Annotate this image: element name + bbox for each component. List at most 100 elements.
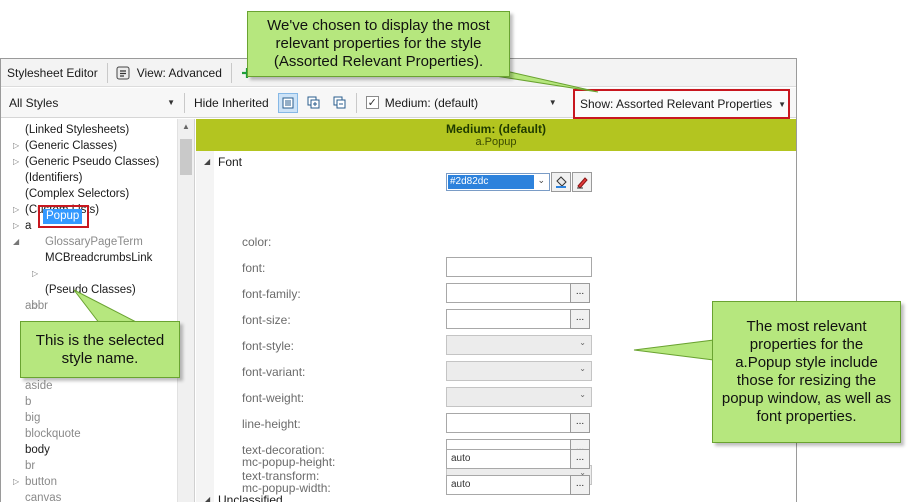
chevron-down-icon: ▼ xyxy=(548,98,557,107)
scrollbar-thumb[interactable] xyxy=(180,139,192,175)
styles-filter-value: All Styles xyxy=(9,95,59,110)
expand-all-icon[interactable] xyxy=(304,93,324,113)
prop-label-font-variant: font-variant: xyxy=(242,365,306,379)
expand-icon[interactable]: ▷ xyxy=(13,138,23,154)
show-properties-value: Show: Assorted Relevant Properties xyxy=(580,97,773,111)
prop-label-font-weight: font-weight: xyxy=(242,391,305,405)
tree-item[interactable]: (Linked Stylesheets) xyxy=(25,122,129,138)
font-size-input[interactable] xyxy=(446,309,572,329)
medium-checkbox[interactable]: ✓ xyxy=(365,96,379,109)
top-callout: We've chosen to display the most relevan… xyxy=(247,11,510,77)
prop-label-color: color: xyxy=(242,235,272,249)
list-view-icon[interactable] xyxy=(277,92,298,113)
line-height-input[interactable] xyxy=(446,413,572,433)
line-height-browse-button[interactable]: ... xyxy=(570,413,590,433)
view-mode-icon[interactable] xyxy=(115,65,131,81)
tree-item[interactable]: blockquote xyxy=(25,426,81,442)
font-weight-select[interactable]: ⌄ xyxy=(446,387,592,407)
collapse-icon[interactable]: ◢ xyxy=(204,495,210,502)
properties-style-name: a.Popup xyxy=(475,136,517,148)
tree-item[interactable]: (Generic Pseudo Classes) xyxy=(25,154,159,170)
separator xyxy=(230,62,232,83)
properties-gutter xyxy=(196,151,214,502)
eraser-icon xyxy=(577,177,588,189)
scroll-up-icon[interactable]: ▲ xyxy=(182,122,190,131)
top-callout-text: We've chosen to display the most relevan… xyxy=(267,17,490,70)
chevron-down-icon: ⌄ xyxy=(537,175,545,185)
group-font-label: Font xyxy=(218,155,243,169)
expand-icon[interactable]: ▷ xyxy=(13,474,23,490)
collapse-all-icon[interactable] xyxy=(330,93,350,113)
tree-item[interactable]: (Complex Selectors) xyxy=(25,186,129,202)
tree-item[interactable]: MCBreadcrumbsLink xyxy=(45,250,152,266)
separator xyxy=(184,92,185,113)
prop-label-line-height: line-height: xyxy=(242,417,301,431)
show-properties-select[interactable]: Show: Assorted Relevant Properties ▼ xyxy=(573,89,790,119)
tree-item[interactable]: GlossaryPageTerm xyxy=(45,234,143,250)
tree-item[interactable]: (Pseudo Classes) xyxy=(45,282,136,298)
chevron-down-icon: ⌄ xyxy=(579,338,586,347)
properties-header: Medium: (default) a.Popup xyxy=(196,119,796,151)
left-callout: This is the selected style name. xyxy=(20,321,180,378)
prop-label-mc-popup-width: mc-popup-width: xyxy=(242,481,331,495)
color-value: #2d82dc xyxy=(448,175,534,189)
tree-scrollbar[interactable]: ▲ xyxy=(177,119,194,502)
styles-tree[interactable]: ▲ ▷ ▷ ▷ ▷ ◢ ▷ ▷ ▷ (Linked Stylesheets) (… xyxy=(1,119,195,502)
hide-inherited-button[interactable]: Hide Inherited xyxy=(188,92,275,114)
tree-item[interactable]: (Generic Classes) xyxy=(25,138,117,154)
chevron-down-icon: ▼ xyxy=(167,98,175,107)
expand-icon[interactable]: ▷ xyxy=(13,154,23,170)
chevron-down-icon: ⌄ xyxy=(579,364,586,373)
separator xyxy=(106,62,108,83)
clear-color-button[interactable] xyxy=(572,172,592,192)
mc-popup-height-browse-button[interactable]: ... xyxy=(570,449,590,469)
mc-popup-height-input[interactable]: auto xyxy=(446,449,572,469)
paint-bucket-icon xyxy=(556,176,567,188)
selected-style-item[interactable]: Popup xyxy=(43,209,83,224)
prop-label-font-family: font-family: xyxy=(242,287,301,301)
tree-item[interactable]: br xyxy=(25,458,35,474)
left-callout-text: This is the selected style name. xyxy=(35,331,165,367)
tree-item[interactable]: big xyxy=(25,410,40,426)
tree-item[interactable]: button xyxy=(25,474,57,490)
expand-icon[interactable]: ▷ xyxy=(13,218,23,234)
font-family-browse-button[interactable]: ... xyxy=(570,283,590,303)
medium-value: Medium: (default) xyxy=(384,95,479,110)
right-callout: The most relevant properties for the a.P… xyxy=(712,301,901,443)
prop-label-font-style: font-style: xyxy=(242,339,295,353)
medium-select[interactable]: Medium: (default) ▼ xyxy=(385,92,563,114)
tree-item[interactable]: abbr xyxy=(25,298,48,314)
right-callout-text: The most relevant properties for the a.P… xyxy=(721,318,892,425)
font-family-input[interactable] xyxy=(446,283,572,303)
tree-item[interactable]: canvas xyxy=(25,490,61,502)
editor-title: Stylesheet Editor xyxy=(7,65,98,80)
color-select[interactable]: #2d82dc ⌄ xyxy=(446,173,550,191)
tree-item[interactable]: body xyxy=(25,442,50,458)
color-picker-button[interactable] xyxy=(551,172,571,192)
tree-item[interactable]: a xyxy=(25,218,31,234)
collapse-icon[interactable]: ◢ xyxy=(204,157,210,166)
tree-item[interactable]: aside xyxy=(25,378,53,394)
font-input[interactable] xyxy=(446,257,592,277)
properties-medium-title: Medium: (default) xyxy=(446,122,546,136)
mc-popup-width-browse-button[interactable]: ... xyxy=(570,475,590,495)
separator xyxy=(355,92,357,113)
view-mode-button[interactable]: View: Advanced xyxy=(131,66,228,80)
prop-label-mc-popup-height: mc-popup-height: xyxy=(242,455,336,469)
tree-item[interactable]: b xyxy=(25,394,31,410)
expand-icon[interactable]: ▷ xyxy=(13,202,23,218)
mc-popup-width-value: auto xyxy=(451,479,471,490)
styles-filter-select[interactable]: All Styles ▼ xyxy=(1,92,181,114)
prop-label-font-size: font-size: xyxy=(242,313,291,327)
expand-icon[interactable]: ▷ xyxy=(32,266,42,282)
chevron-down-icon: ⌄ xyxy=(579,390,586,399)
font-size-browse-button[interactable]: ... xyxy=(570,309,590,329)
mc-popup-width-input[interactable]: auto xyxy=(446,475,572,495)
font-variant-select[interactable]: ⌄ xyxy=(446,361,592,381)
mc-popup-height-value: auto xyxy=(451,453,471,464)
collapse-icon[interactable]: ◢ xyxy=(13,234,23,250)
prop-label-font: font: xyxy=(242,261,266,275)
font-style-select[interactable]: ⌄ xyxy=(446,335,592,355)
tree-item[interactable]: (Identifiers) xyxy=(25,170,83,186)
caret-down-icon: ▼ xyxy=(778,99,787,109)
